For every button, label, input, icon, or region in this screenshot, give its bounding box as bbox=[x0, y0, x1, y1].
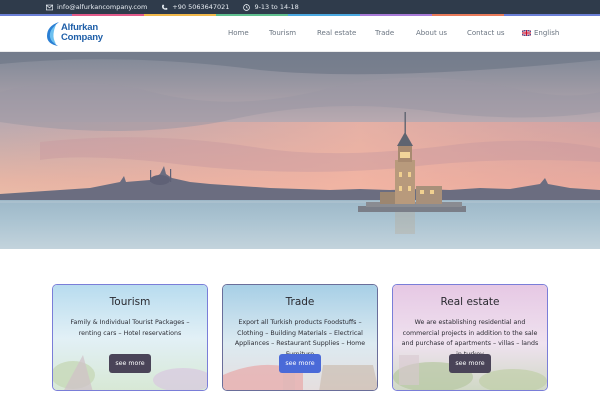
hero-banner-image bbox=[0, 52, 600, 249]
logo-line2: Company bbox=[61, 32, 103, 43]
wave-logo-icon bbox=[47, 22, 59, 46]
nav-trade[interactable]: Trade bbox=[375, 29, 394, 37]
envelope-icon bbox=[46, 4, 53, 10]
card-tourism-title: Tourism bbox=[109, 296, 151, 308]
phone-text: +90 5063647021 bbox=[172, 3, 230, 11]
card-tourism: Tourism Family & Individual Tourist Pack… bbox=[52, 284, 208, 391]
real-estate-see-more-button[interactable]: see more bbox=[449, 354, 491, 373]
tourism-see-more-button[interactable]: see more bbox=[109, 354, 151, 373]
clock-icon bbox=[243, 3, 251, 11]
card-trade-title: Trade bbox=[285, 296, 315, 308]
nav-tourism[interactable]: Tourism bbox=[269, 29, 296, 37]
card-tourism-description: Family & Individual Tourist Packages – r… bbox=[70, 319, 190, 337]
card-real-estate-title: Real estate bbox=[440, 296, 500, 308]
card-real-estate: Real estate We are establishing resident… bbox=[392, 284, 548, 391]
language-label: English bbox=[534, 29, 560, 37]
phone-icon bbox=[162, 4, 168, 10]
phone-contact[interactable]: +90 5063647021 bbox=[161, 3, 229, 11]
nav-contact-us[interactable]: Contact us bbox=[467, 29, 505, 37]
card-trade: Trade Export all Turkish products Foodst… bbox=[222, 284, 378, 391]
hours-info: 9-13 to 14-18 bbox=[243, 3, 299, 11]
trade-see-more-button[interactable]: see more bbox=[279, 354, 321, 373]
services-section: Tourism Family & Individual Tourist Pack… bbox=[0, 249, 600, 400]
nav-home[interactable]: Home bbox=[228, 29, 249, 37]
nav-about-us[interactable]: About us bbox=[416, 29, 447, 37]
hours-text: 9-13 to 14-18 bbox=[254, 3, 299, 11]
top-contact-bar: info@alfurkancompany.com +90 5063647021 … bbox=[0, 0, 600, 14]
uk-flag-icon bbox=[522, 29, 531, 36]
email-text: info@alfurkancompany.com bbox=[57, 3, 148, 11]
email-contact[interactable]: info@alfurkancompany.com bbox=[46, 3, 147, 11]
company-logo[interactable]: Alfurkan Company bbox=[44, 20, 114, 48]
nav-language[interactable]: English bbox=[522, 29, 559, 37]
nav-real-estate[interactable]: Real estate bbox=[317, 29, 356, 37]
site-header: Alfurkan Company Home Tourism Real estat… bbox=[0, 16, 600, 52]
